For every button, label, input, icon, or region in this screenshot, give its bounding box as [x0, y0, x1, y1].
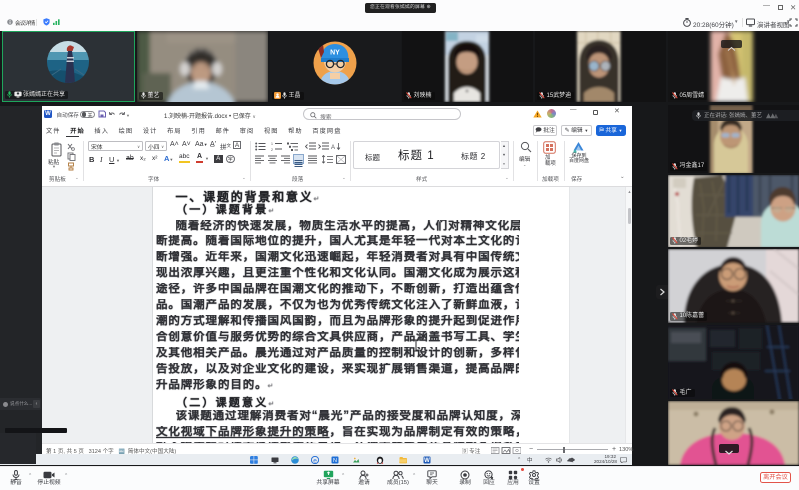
svg-text:W: W: [424, 458, 430, 464]
svg-text:e: e: [313, 457, 317, 464]
svg-text:1: 1: [271, 142, 273, 146]
svg-text:NY: NY: [330, 50, 340, 57]
svg-text:A: A: [331, 145, 335, 151]
svg-text:2: 2: [271, 147, 273, 150]
svg-text:N: N: [333, 458, 337, 464]
